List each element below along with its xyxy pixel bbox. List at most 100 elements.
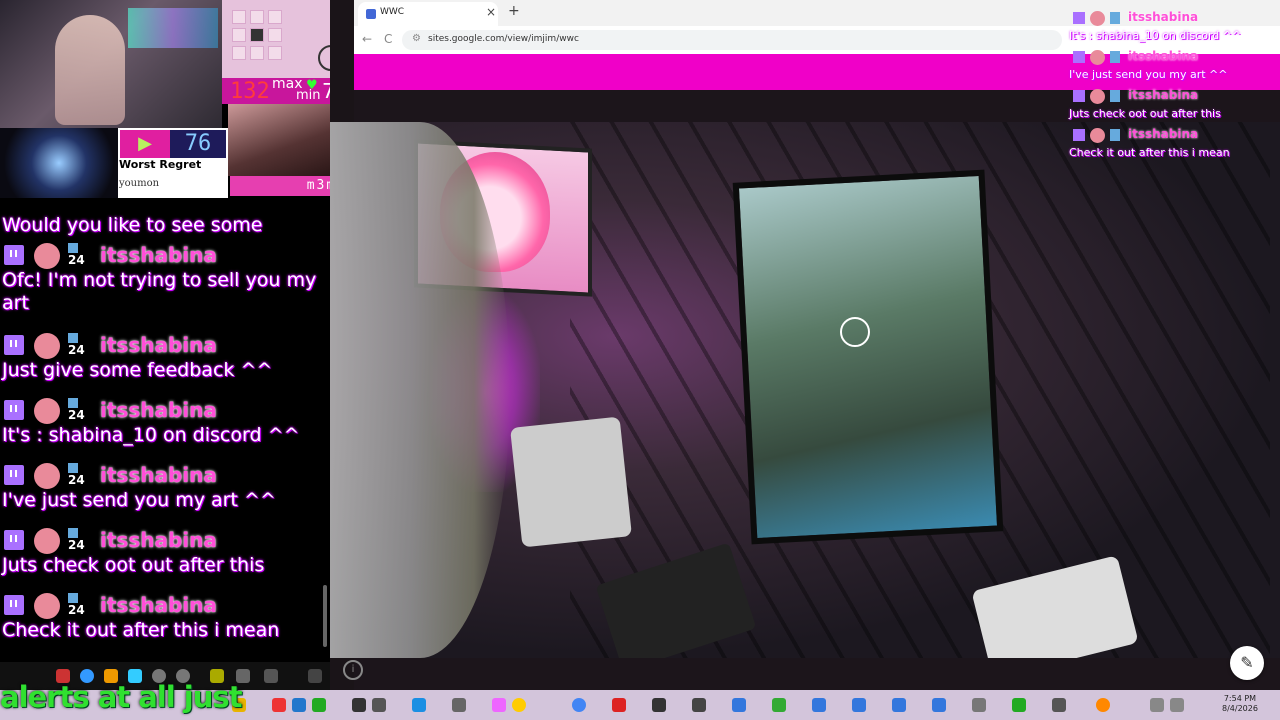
chat-message: 24 itsshabina I've just send you my art …	[0, 461, 322, 512]
play-icon: ▶	[120, 130, 170, 158]
sub-badge	[1110, 12, 1120, 24]
avatar	[34, 243, 60, 269]
twitch-icon	[4, 245, 24, 265]
chat-message: 24 itsshabina Juts check oot out after t…	[0, 526, 322, 577]
webcam-monitors	[128, 8, 218, 48]
key	[232, 28, 246, 42]
twitch-icon	[1073, 51, 1085, 63]
app-icon[interactable]	[652, 698, 666, 712]
app-icon[interactable]	[352, 698, 366, 712]
url-text[interactable]: sites.google.com/view/imjim/wwc	[428, 34, 579, 44]
chat-panel[interactable]: Would you like to see some 24 itsshabina…	[0, 196, 322, 662]
notification-icon[interactable]	[1096, 698, 1110, 712]
chat-message-text: It's : shabina_10 on discord ^^	[1069, 29, 1242, 42]
twitch-icon	[1073, 12, 1085, 24]
chat-username[interactable]: itsshabina	[100, 591, 217, 619]
game-monitor	[732, 169, 1004, 545]
app-icon[interactable]	[312, 698, 326, 712]
stand	[510, 416, 632, 548]
key	[250, 10, 264, 24]
network-icon[interactable]	[1150, 698, 1164, 712]
chat-username: itsshabina	[1128, 49, 1199, 63]
app-icon[interactable]	[732, 698, 746, 712]
sub-badge: 24	[68, 528, 85, 551]
app-icon[interactable]	[772, 698, 786, 712]
google-sites-icon	[366, 9, 376, 19]
avatar	[1090, 11, 1105, 26]
app-icon[interactable]	[1052, 698, 1066, 712]
song-artist: youmon	[119, 178, 160, 189]
avatar	[34, 528, 60, 554]
new-tab-button[interactable]: +	[508, 3, 520, 19]
clock[interactable]: 7:54 PM 8/4/2026	[1222, 694, 1258, 714]
avatar	[1090, 50, 1105, 65]
twitch-icon	[4, 335, 24, 355]
alerts-caption: alerts at all just	[0, 680, 242, 714]
key	[250, 28, 264, 42]
embedded-video[interactable]	[330, 122, 1280, 658]
app-icon[interactable]	[1012, 698, 1026, 712]
chat-username[interactable]: itsshabina	[100, 396, 217, 424]
chat-username: itsshabina	[1128, 10, 1199, 24]
key	[268, 28, 282, 42]
volume-icon[interactable]	[1170, 698, 1184, 712]
app-icon[interactable]	[692, 698, 706, 712]
chrome-icon[interactable]	[572, 698, 586, 712]
app-icon[interactable]	[452, 698, 466, 712]
app-icon[interactable]	[932, 698, 946, 712]
chat-message: 24 itsshabina Check it out after this i …	[0, 591, 322, 642]
reload-icon[interactable]: C	[384, 32, 392, 46]
chat-message-text: I've just send you my art ^^	[2, 489, 276, 511]
chat-overlay: itsshabina It's : shabina_10 on discord …	[1068, 0, 1280, 166]
app-icon[interactable]	[972, 698, 986, 712]
sub-badge	[1110, 51, 1120, 63]
app-icon[interactable]	[892, 698, 906, 712]
app-icon[interactable]	[612, 698, 626, 712]
info-icon[interactable]: i	[343, 660, 363, 680]
app-icon[interactable]	[412, 698, 426, 712]
back-icon[interactable]: ←	[362, 32, 372, 46]
chat-username[interactable]: itsshabina	[100, 526, 217, 554]
close-icon[interactable]: ×	[486, 5, 496, 19]
heart-rate-current: 132	[230, 79, 270, 104]
chat-username[interactable]: itsshabina	[100, 331, 217, 359]
song-title: Worst Regret	[119, 158, 202, 171]
sub-badge: 24	[68, 243, 85, 266]
chat-message-text: Juts check oot out after this	[2, 554, 265, 576]
avatar	[1090, 89, 1105, 104]
app-icon[interactable]	[512, 698, 526, 712]
chat-username[interactable]: itsshabina	[100, 461, 217, 489]
chat-message: itsshabina	[1070, 127, 1280, 145]
key	[232, 10, 246, 24]
heart-rate-min-label: min	[296, 88, 321, 103]
chat-message: itsshabina	[1070, 88, 1280, 106]
app-icon[interactable]	[292, 698, 306, 712]
site-info-icon[interactable]: ⚙	[412, 33, 421, 44]
volume-icon[interactable]	[264, 669, 278, 683]
avatar	[34, 593, 60, 619]
app-icon[interactable]	[812, 698, 826, 712]
chat-scrollbar-thumb[interactable]	[323, 585, 327, 647]
key	[232, 46, 246, 60]
chat-message-text: Just give some feedback ^^	[2, 359, 273, 381]
twitch-icon	[1073, 129, 1085, 141]
app-icon[interactable]	[372, 698, 386, 712]
sub-badge	[1110, 90, 1120, 102]
chat-username: itsshabina	[1128, 88, 1199, 102]
twitch-icon	[4, 595, 24, 615]
chevron-down-icon[interactable]	[308, 669, 322, 683]
app-icon[interactable]	[272, 698, 286, 712]
chat-message-text: I've just send you my art ^^	[1069, 68, 1228, 81]
chat-message-text: Check it out after this i mean	[2, 619, 280, 641]
chat-username[interactable]: itsshabina	[100, 241, 217, 269]
chat-message: 24 itsshabina It's : shabina_10 on disco…	[0, 396, 322, 447]
app-icon[interactable]	[492, 698, 506, 712]
app-icon[interactable]	[852, 698, 866, 712]
sub-badge	[1110, 129, 1120, 141]
chat-message-text: Would you like to see some	[2, 214, 263, 236]
tab-wwc[interactable]: WWC ×	[358, 2, 498, 26]
twitch-icon	[4, 530, 24, 550]
edit-button[interactable]: ✎	[1230, 646, 1264, 680]
twitch-icon	[1073, 90, 1085, 102]
webcam-feed	[0, 0, 222, 128]
